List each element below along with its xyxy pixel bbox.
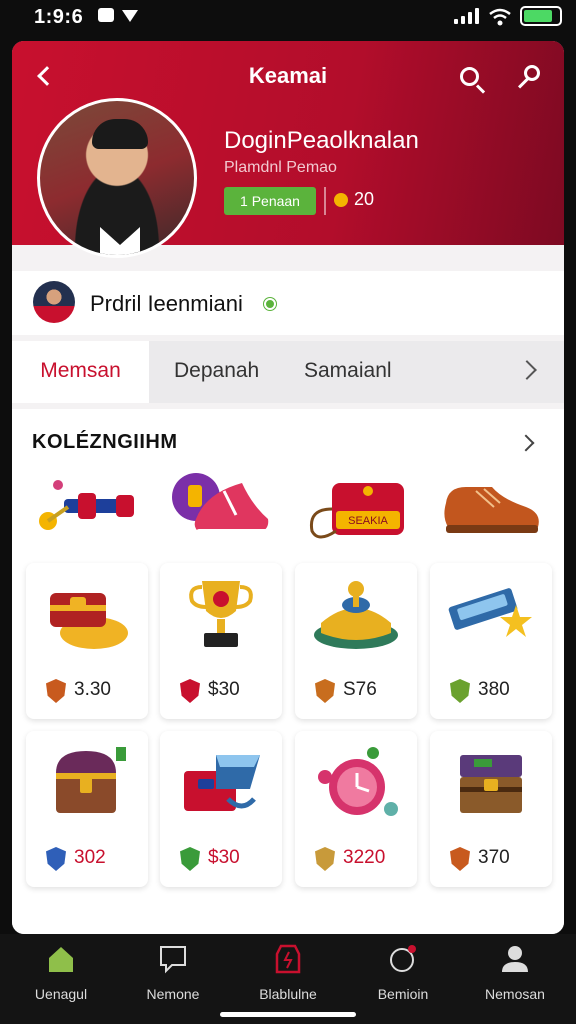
divider: [324, 187, 326, 215]
ticket-icon: [448, 588, 532, 637]
shield-icon: [46, 679, 66, 703]
crate-icon: [460, 755, 522, 813]
dumbbell-icon[interactable]: [34, 469, 146, 549]
nav-label: Blablulne: [259, 986, 317, 1002]
status-bar: 1:9:6: [0, 0, 576, 36]
trophy-icon: [189, 581, 253, 647]
price-text: 370: [478, 847, 510, 868]
tab-samaianl[interactable]: Samaianl: [304, 341, 392, 403]
home-indicator[interactable]: [220, 1012, 356, 1017]
sneaker-icon[interactable]: [166, 469, 278, 549]
nav-label: Bemioin: [377, 986, 429, 1002]
nav-item-home[interactable]: Uenagul: [6, 944, 116, 1014]
chevron-right-icon[interactable]: [517, 360, 537, 380]
pin-button[interactable]: [514, 63, 544, 93]
collection-item[interactable]: 3.30: [26, 563, 148, 719]
notification-icon: [390, 945, 416, 972]
user-icon: [502, 946, 528, 972]
price-text: S76: [343, 679, 377, 700]
coin-count: 20: [354, 189, 375, 209]
tag-icon: [275, 944, 301, 974]
nav-item-tags[interactable]: Blablulne: [233, 944, 343, 1014]
chevron-right-icon[interactable]: [517, 434, 535, 452]
plan-badge[interactable]: 1 Penaan: [224, 187, 316, 215]
avatar: [33, 281, 75, 323]
collection-item[interactable]: 3220: [295, 731, 417, 887]
shield-icon: [180, 847, 200, 871]
search-icon: [460, 67, 479, 86]
shoe-icon[interactable]: [436, 469, 548, 549]
battery-icon: [520, 6, 562, 26]
collection-item[interactable]: 302: [26, 731, 148, 887]
search-button[interactable]: [458, 65, 488, 95]
nav-label: Nemone: [146, 986, 200, 1002]
tab-depanah[interactable]: Depanah: [174, 341, 259, 403]
verified-icon: [264, 298, 276, 310]
clock-icon: [318, 747, 398, 816]
wifi-icon: [489, 8, 511, 26]
home-icon: [49, 947, 73, 972]
profile-name: Prdril Ieenmiani: [90, 291, 243, 316]
navigation-icon: [122, 10, 138, 22]
nav-item-notifications[interactable]: Bemioin: [348, 944, 458, 1014]
collection-item[interactable]: S76: [295, 563, 417, 719]
shield-icon: [315, 679, 335, 703]
collection-item[interactable]: 370: [430, 731, 552, 887]
nav-item-messages[interactable]: Nemone: [118, 944, 228, 1014]
treasure-chest-icon: [50, 593, 128, 649]
collection-item[interactable]: 380: [430, 563, 552, 719]
shield-icon: [450, 847, 470, 871]
box-icon: [184, 755, 260, 811]
section-title: KOLÉZNGIIHM: [32, 431, 178, 453]
profile-row[interactable]: Prdril Ieenmiani: [12, 271, 564, 335]
bottom-navigation: Uenagul Nemone Blablulne Bemioin Nemosan: [0, 934, 576, 1024]
bag-icon[interactable]: SEAKIA: [302, 469, 414, 549]
coin-icon: [334, 193, 348, 207]
profile-header: Keamai DoginPeaolknalan Plamdnl Pemao 1 …: [12, 41, 564, 258]
tab-bar: Memsan Depanah Samaianl: [12, 341, 564, 403]
message-icon: [98, 8, 114, 22]
profile-card: Keamai DoginPeaolknalan Plamdnl Pemao 1 …: [12, 41, 564, 934]
nav-label: Uenagul: [34, 986, 88, 1002]
collection-item[interactable]: $30: [160, 731, 282, 887]
price-text: 302: [74, 847, 106, 868]
phone-screen: 1:9:6 Keamai DoginPeaolknalan Plamdnl Pe…: [0, 0, 576, 1024]
button-icon: [314, 581, 398, 649]
signal-icon: [454, 8, 484, 24]
shield-icon: [46, 847, 66, 871]
price-text: $30: [208, 847, 240, 868]
shield-icon: [180, 679, 200, 703]
price-text: 3220: [343, 847, 386, 868]
price-text: 3.30: [74, 679, 111, 700]
price-text: 380: [478, 679, 510, 700]
price-text: $30: [208, 679, 240, 700]
tab-memsan[interactable]: Memsan: [12, 341, 149, 403]
bag-label: SEAKIA: [348, 515, 388, 527]
nav-item-profile[interactable]: Nemosan: [460, 944, 570, 1014]
profile-subtitle: Plamdnl Pemao: [224, 159, 337, 176]
shield-icon: [450, 679, 470, 703]
collection-item[interactable]: $30: [160, 563, 282, 719]
profile-avatar[interactable]: [37, 98, 197, 258]
status-time: 1:9:6: [34, 6, 84, 28]
chest-icon: [56, 747, 126, 813]
chat-icon: [160, 946, 186, 974]
nav-label: Nemosan: [485, 986, 545, 1002]
shield-icon: [315, 847, 335, 871]
collection-section: KOLÉZNGIIHM SEAKIA 3.30 $30 S76 380 302 …: [12, 409, 564, 934]
profile-display-name: DoginPeaolknalan: [224, 127, 419, 154]
